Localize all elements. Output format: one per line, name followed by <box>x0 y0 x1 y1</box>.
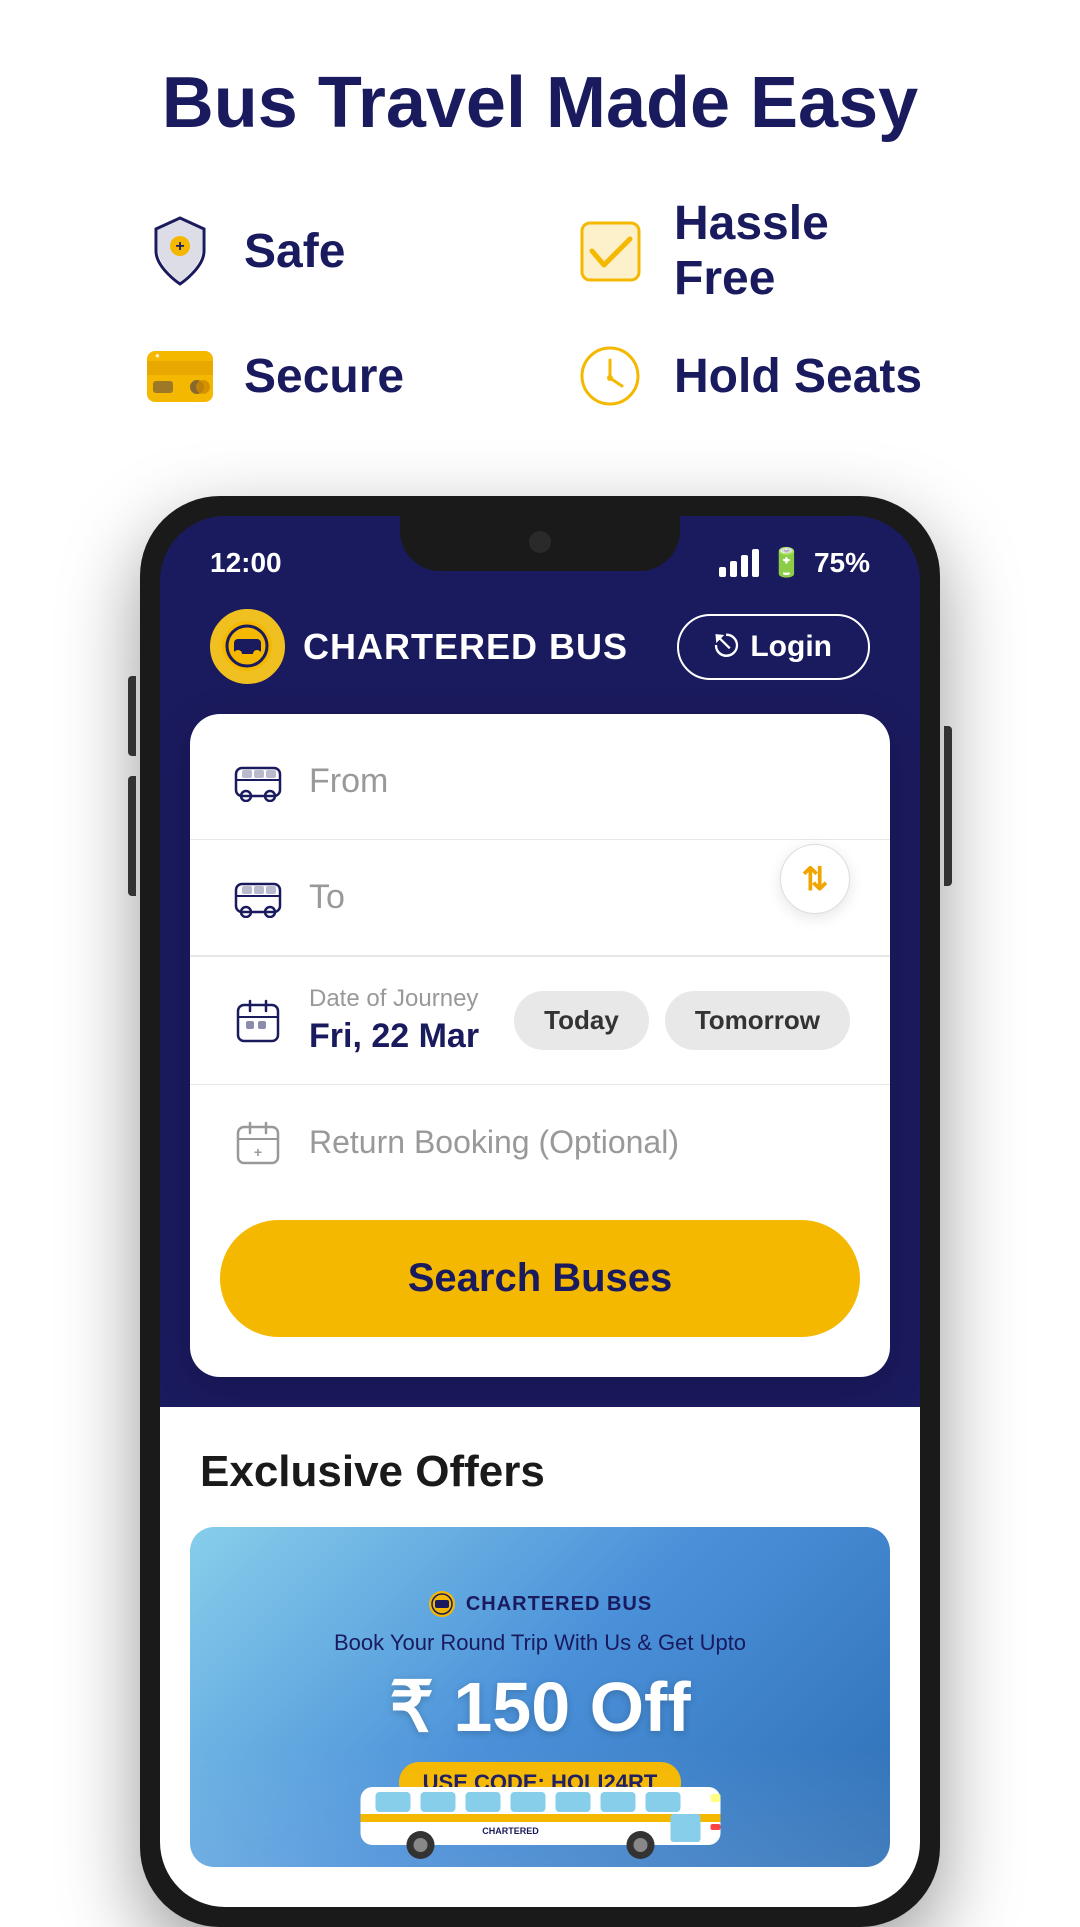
search-btn-wrap: Search Buses <box>190 1200 890 1367</box>
bus-from-icon <box>230 754 285 809</box>
offer-subtitle: Book Your Round Trip With Us & Get Upto <box>334 1630 746 1656</box>
offer-background: CHARTERED BUS Book Your Round Trip With … <box>190 1527 890 1867</box>
side-btn-2 <box>128 776 136 896</box>
date-field[interactable]: Date of Journey Fri, 22 Mar Today Tomorr… <box>190 956 890 1084</box>
offers-title: Exclusive Offers <box>190 1447 890 1497</box>
feature-hassle-free: Hassle Free <box>570 196 940 306</box>
feature-hold-seats: Hold Seats <box>570 336 940 416</box>
date-info: Date of Journey Fri, 22 Mar <box>309 985 490 1056</box>
signal-bar-1 <box>719 567 726 577</box>
logo-circle <box>210 609 285 684</box>
app-logo: CHARTERED BUS <box>210 609 628 684</box>
offer-logo-row: CHARTERED BUS <box>428 1590 652 1618</box>
side-btn-1 <box>128 676 136 756</box>
bus-to-icon <box>230 870 285 925</box>
page-title: Bus Travel Made Easy <box>162 60 918 146</box>
signal-bar-3 <box>741 555 748 577</box>
svg-text:+: + <box>175 238 184 255</box>
return-placeholder: Return Booking (Optional) <box>309 1124 679 1161</box>
signal-icon <box>719 549 759 577</box>
to-placeholder: To <box>309 878 850 917</box>
return-calendar-icon: + <box>230 1115 285 1170</box>
bus-image: CHARTERED <box>190 1747 890 1867</box>
signal-bar-4 <box>752 549 759 577</box>
feature-safe-label: Safe <box>244 224 345 279</box>
phone-mockup: 12:00 🔋 75% <box>140 496 940 1927</box>
header-section: Bus Travel Made Easy + Safe <box>0 60 1080 496</box>
clock-icon <box>570 336 650 416</box>
phone-screen: 12:00 🔋 75% <box>160 516 920 1907</box>
offer-logo-text: CHARTERED BUS <box>466 1593 652 1616</box>
svg-text:●: ● <box>155 351 160 360</box>
feature-hold-seats-label: Hold Seats <box>674 349 922 404</box>
tomorrow-button[interactable]: Tomorrow <box>665 991 850 1050</box>
date-value-text: Fri, 22 Mar <box>309 1017 490 1056</box>
check-icon <box>570 211 650 291</box>
calendar-icon <box>230 993 285 1048</box>
return-field[interactable]: + Return Booking (Optional) <box>190 1084 890 1200</box>
login-button[interactable]: ⎋ Login <box>677 614 870 680</box>
phone-notch <box>400 516 680 571</box>
card-icon: ● <box>140 336 220 416</box>
from-field[interactable]: From ⇅ <box>190 724 890 840</box>
svg-text:+: + <box>253 1144 261 1160</box>
search-card: From ⇅ <box>190 714 890 1377</box>
swap-button[interactable]: ⇅ <box>780 844 850 914</box>
login-label: Login <box>750 630 832 664</box>
offer-amount: ₹ 150 Off <box>389 1666 690 1748</box>
feature-safe: + Safe <box>140 196 510 306</box>
phone-camera <box>529 531 551 553</box>
today-button[interactable]: Today <box>514 991 649 1050</box>
app-name: CHARTERED BUS <box>303 626 628 668</box>
battery-level: 75% <box>814 547 870 579</box>
offers-section: Exclusive Offers CHARTERED BUS Book Your… <box>160 1407 920 1907</box>
swap-arrow-icon: ⇅ <box>802 860 829 898</box>
shield-icon: + <box>140 211 220 291</box>
svg-text:CHARTERED: CHARTERED <box>482 1826 539 1836</box>
features-grid: + Safe Hassle Free <box>60 196 1020 416</box>
search-buses-button[interactable]: Search Buses <box>220 1220 860 1337</box>
feature-secure: ● Secure <box>140 336 510 416</box>
offer-card[interactable]: CHARTERED BUS Book Your Round Trip With … <box>190 1527 890 1867</box>
status-right: 🔋 75% <box>719 546 870 579</box>
status-time: 12:00 <box>210 547 282 579</box>
feature-secure-label: Secure <box>244 349 404 404</box>
date-buttons: Today Tomorrow <box>514 991 850 1050</box>
side-btn-3 <box>944 726 952 886</box>
login-icon: ⎋ <box>715 630 739 664</box>
app-navbar: CHARTERED BUS ⎋ Login <box>160 589 920 714</box>
date-label-text: Date of Journey <box>309 985 490 1013</box>
battery-icon: 🔋 <box>769 546 804 579</box>
signal-bar-2 <box>730 561 737 577</box>
from-placeholder: From <box>309 762 850 801</box>
page-wrapper: Bus Travel Made Easy + Safe <box>0 0 1080 1927</box>
feature-hassle-label: Hassle Free <box>674 196 940 306</box>
